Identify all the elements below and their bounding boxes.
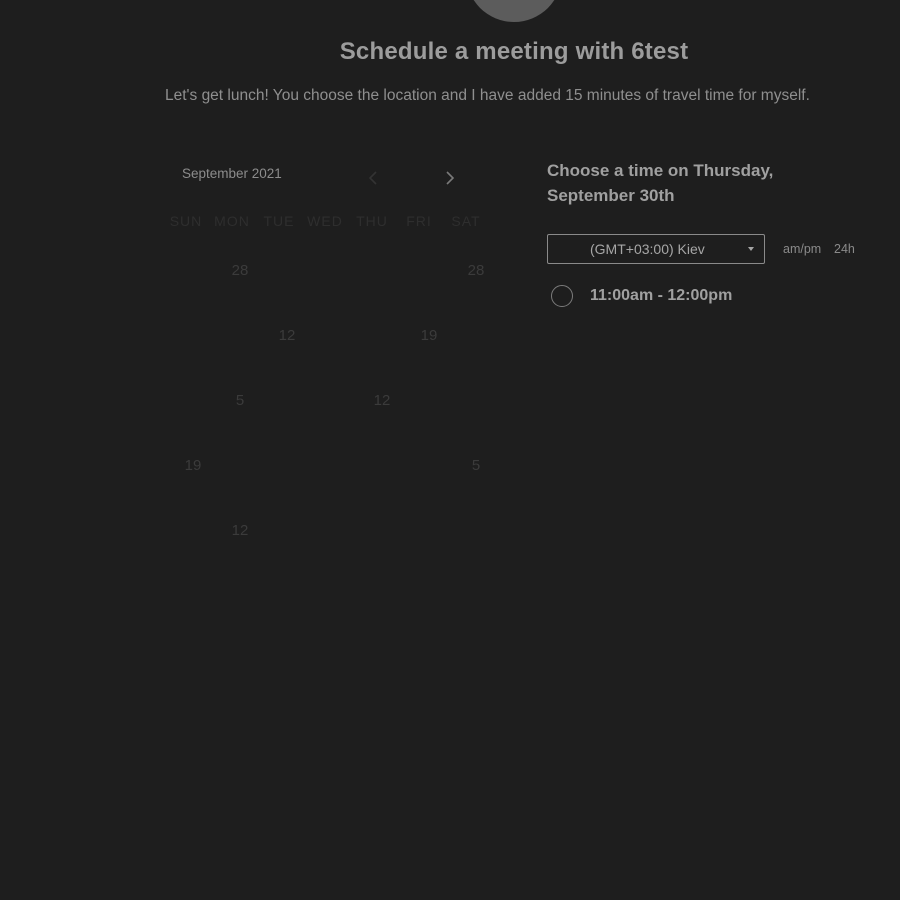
- weekday-sat: SAT: [451, 213, 481, 229]
- calendar-day: 12: [231, 522, 249, 539]
- caret-down-icon: [748, 247, 754, 251]
- page-title: Schedule a meeting with 6test: [339, 38, 689, 65]
- time-slot[interactable]: 11:00am - 12:00pm: [551, 285, 732, 307]
- scheduling-page: Schedule a meeting with 6test Let's get …: [0, 0, 900, 900]
- weekday-wed: WED: [307, 213, 343, 229]
- calendar-day: 19: [184, 457, 202, 474]
- calendar-day: 19: [420, 327, 438, 344]
- weekday-tue: TUE: [263, 213, 295, 229]
- calendar-day: 5: [235, 392, 245, 409]
- calendar-day: 12: [373, 392, 391, 409]
- format-ampm-toggle[interactable]: am/pm: [783, 242, 821, 256]
- weekday-fri: FRI: [406, 213, 432, 229]
- calendar-day: 12: [278, 327, 296, 344]
- calendar-day: 5: [471, 457, 481, 474]
- choose-time-heading: Choose a time on Thursday, September 30t…: [547, 161, 774, 205]
- calendar-day: 28: [231, 262, 249, 279]
- calendar-day: 28: [467, 262, 485, 279]
- weekday-sun: SUN: [169, 213, 203, 229]
- time-slot-radio[interactable]: [551, 285, 573, 307]
- calendar-month-label: September 2021: [182, 166, 282, 181]
- weekday-mon: MON: [214, 213, 250, 229]
- weekday-thu: THU: [356, 213, 388, 229]
- chevron-right-icon[interactable]: [441, 168, 459, 188]
- format-24h-toggle[interactable]: 24h: [834, 242, 855, 256]
- chevron-left-icon[interactable]: [364, 168, 382, 188]
- meeting-description: Let's get lunch! You choose the location…: [165, 87, 810, 104]
- timezone-select[interactable]: (GMT+03:00) Kiev: [547, 234, 765, 264]
- timezone-value: (GMT+03:00) Kiev: [590, 241, 705, 257]
- time-slot-label: 11:00am - 12:00pm: [590, 287, 733, 304]
- avatar: [466, 0, 562, 22]
